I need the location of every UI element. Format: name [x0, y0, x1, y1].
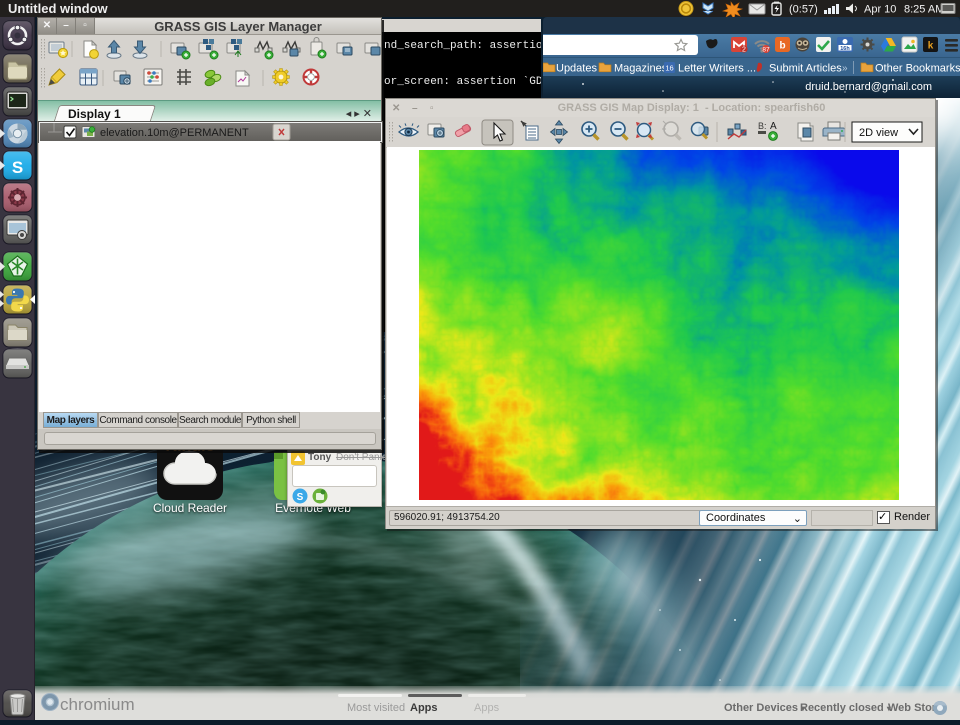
svg-text:Apr 10: Apr 10 [864, 4, 896, 16]
svg-text:16: 16 [665, 64, 673, 73]
svg-text:Submit Articles: Submit Articles [769, 63, 842, 75]
svg-text:k: k [928, 41, 934, 52]
svg-text:»: » [842, 63, 848, 74]
svg-text:Magazines: Magazines [614, 63, 668, 75]
svg-text:S: S [12, 158, 23, 177]
svg-text:B:: B: [758, 121, 767, 131]
svg-text:A: A [770, 121, 777, 132]
svg-text:2: 2 [742, 47, 746, 54]
svg-text:Updates: Updates [556, 63, 597, 75]
svg-text:16h: 16h [840, 46, 850, 52]
svg-text:S: S [297, 492, 304, 503]
svg-text:87: 87 [762, 47, 770, 54]
svg-text:Other Bookmarks: Other Bookmarks [875, 63, 960, 75]
svg-text:elevation.10m@PERMANENT: elevation.10m@PERMANENT [100, 127, 249, 139]
svg-text:b: b [779, 41, 785, 52]
svg-text:2D view: 2D view [859, 127, 898, 139]
svg-text:8:25 AM: 8:25 AM [904, 4, 944, 16]
svg-text:(0:57): (0:57) [789, 4, 818, 16]
svg-text:Letter Writers ...: Letter Writers ... [678, 63, 756, 75]
